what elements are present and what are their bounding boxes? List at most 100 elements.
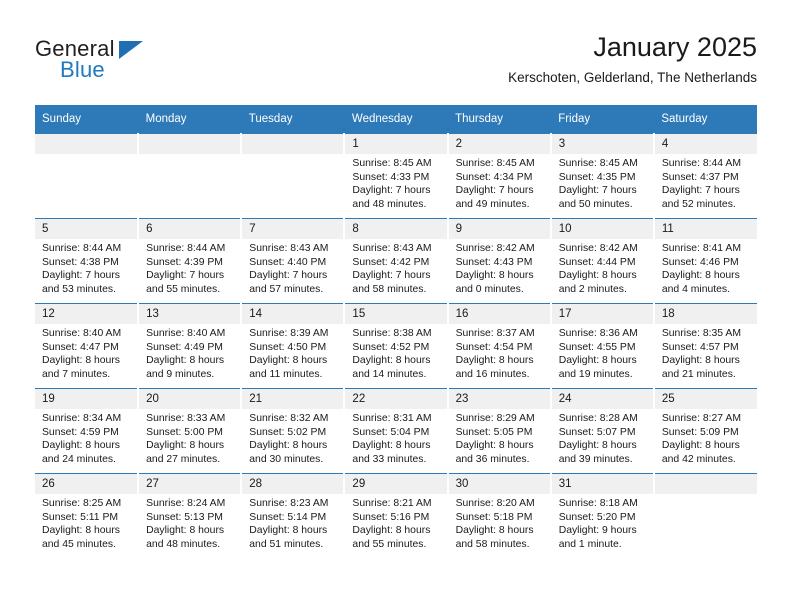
sunset-text: Sunset: 5:09 PM bbox=[661, 426, 739, 438]
calendar-day-cell[interactable]: 13 Sunrise: 8:40 AM Sunset: 4:49 PM Dayligh… bbox=[138, 303, 243, 389]
sunset-text: Sunset: 4:55 PM bbox=[558, 341, 636, 353]
day-number: 6 bbox=[139, 219, 241, 239]
daylight-text-line1: Daylight: 8 hours bbox=[42, 525, 120, 536]
sunrise-text: Sunrise: 8:40 AM bbox=[42, 328, 122, 339]
daylight-text-line1: Daylight: 8 hours bbox=[661, 440, 740, 451]
calendar-day-cell[interactable]: 28 Sunrise: 8:23 AM Sunset: 5:14 PM Dayligh… bbox=[241, 473, 346, 558]
sunrise-text: Sunrise: 8:35 AM bbox=[661, 328, 741, 339]
daylight-text-line1: Daylight: 8 hours bbox=[352, 355, 431, 366]
day-sun-info: Sunrise: 8:43 AM Sunset: 4:42 PM Daylight:… bbox=[345, 239, 446, 296]
calendar-day-cell[interactable]: 31 Sunrise: 8:18 AM Sunset: 5:20 PM Dayligh… bbox=[550, 473, 655, 558]
sunrise-text: Sunrise: 8:33 AM bbox=[146, 413, 226, 424]
sunrise-text: Sunrise: 8:42 AM bbox=[558, 243, 638, 254]
day-number: 16 bbox=[448, 304, 550, 324]
calendar-day-cell[interactable]: 18 Sunrise: 8:35 AM Sunset: 4:57 PM Dayligh… bbox=[653, 303, 757, 389]
day-number: 14 bbox=[242, 304, 344, 324]
calendar-day-cell[interactable]: 25 Sunrise: 8:27 AM Sunset: 5:09 PM Dayligh… bbox=[653, 388, 757, 474]
calendar-day-cell[interactable]: 30 Sunrise: 8:20 AM Sunset: 5:18 PM Dayligh… bbox=[447, 473, 552, 558]
calendar-day-cell[interactable]: 1 Sunrise: 8:45 AM Sunset: 4:33 PM Daylight… bbox=[344, 133, 449, 219]
calendar-day-cell[interactable]: 29 Sunrise: 8:21 AM Sunset: 5:16 PM Dayligh… bbox=[344, 473, 449, 558]
sunrise-text: Sunrise: 8:20 AM bbox=[455, 498, 535, 509]
daylight-text-line2: and 48 minutes. bbox=[352, 198, 427, 210]
calendar-day-cell[interactable]: 6 Sunrise: 8:44 AM Sunset: 4:39 PM Daylight… bbox=[138, 218, 243, 304]
day-number: 29 bbox=[345, 474, 447, 494]
day-sun-info: Sunrise: 8:36 AM Sunset: 4:55 PM Daylight:… bbox=[552, 324, 653, 381]
calendar-day-cell[interactable]: 14 Sunrise: 8:39 AM Sunset: 4:50 PM Dayligh… bbox=[241, 303, 346, 389]
sunrise-text: Sunrise: 8:28 AM bbox=[558, 413, 638, 424]
daylight-text-line1: Daylight: 8 hours bbox=[558, 355, 637, 366]
calendar-page: General Blue January 2025 Kerschoten, Ge… bbox=[0, 0, 792, 612]
day-number: 31 bbox=[551, 474, 653, 494]
calendar-day-cell[interactable]: 15 Sunrise: 8:38 AM Sunset: 4:52 PM Dayligh… bbox=[344, 303, 449, 389]
weekday-header-monday: Monday bbox=[138, 105, 242, 134]
weekday-header-friday: Friday bbox=[550, 105, 655, 134]
daylight-text-line1: Daylight: 8 hours bbox=[352, 440, 431, 451]
calendar-day-cell[interactable]: 12 Sunrise: 8:40 AM Sunset: 4:47 PM Dayligh… bbox=[35, 303, 140, 389]
day-number: 30 bbox=[448, 474, 550, 494]
daylight-text-line2: and 24 minutes. bbox=[42, 453, 116, 465]
day-sun-info: Sunrise: 8:18 AM Sunset: 5:20 PM Daylight:… bbox=[552, 494, 653, 551]
day-number: 8 bbox=[345, 219, 447, 239]
calendar-day-cell[interactable]: 21 Sunrise: 8:32 AM Sunset: 5:02 PM Dayligh… bbox=[241, 388, 346, 474]
calendar-day-cell[interactable]: 2 Sunrise: 8:45 AM Sunset: 4:34 PM Daylight… bbox=[447, 133, 552, 219]
day-sun-info: Sunrise: 8:42 AM Sunset: 4:44 PM Daylight:… bbox=[552, 239, 653, 296]
sunset-text: Sunset: 5:16 PM bbox=[352, 511, 430, 523]
daylight-text-line2: and 2 minutes. bbox=[558, 283, 627, 295]
daylight-text-line2: and 33 minutes. bbox=[352, 453, 427, 465]
calendar-day-cell[interactable]: 20 Sunrise: 8:33 AM Sunset: 5:00 PM Dayligh… bbox=[138, 388, 243, 474]
calendar-day-cell[interactable]: 22 Sunrise: 8:31 AM Sunset: 5:04 PM Dayligh… bbox=[344, 388, 449, 474]
calendar-day-cell-empty bbox=[138, 133, 243, 219]
calendar-day-cell[interactable]: 3 Sunrise: 8:45 AM Sunset: 4:35 PM Daylight… bbox=[550, 133, 655, 219]
sunrise-text: Sunrise: 8:27 AM bbox=[661, 413, 741, 424]
calendar-day-cell[interactable]: 7 Sunrise: 8:43 AM Sunset: 4:40 PM Daylight… bbox=[241, 218, 346, 304]
day-number: 12 bbox=[35, 304, 138, 324]
daylight-text-line1: Daylight: 7 hours bbox=[42, 270, 120, 281]
calendar-day-cell[interactable]: 4 Sunrise: 8:44 AM Sunset: 4:37 PM Daylight… bbox=[653, 133, 757, 219]
calendar-day-cell[interactable]: 11 Sunrise: 8:41 AM Sunset: 4:46 PM Dayligh… bbox=[653, 218, 757, 304]
day-number: 13 bbox=[139, 304, 241, 324]
weekday-header-thursday: Thursday bbox=[447, 105, 552, 134]
daylight-text-line1: Daylight: 7 hours bbox=[352, 185, 431, 196]
daylight-text-line2: and 30 minutes. bbox=[249, 453, 324, 465]
daylight-text-line2: and 52 minutes. bbox=[661, 198, 736, 210]
sunrise-text: Sunrise: 8:45 AM bbox=[558, 158, 638, 169]
day-number bbox=[242, 134, 344, 154]
sunrise-text: Sunrise: 8:18 AM bbox=[558, 498, 638, 509]
daylight-text-line1: Daylight: 7 hours bbox=[661, 185, 740, 196]
sunset-text: Sunset: 4:42 PM bbox=[352, 256, 430, 268]
calendar-day-cell[interactable]: 24 Sunrise: 8:28 AM Sunset: 5:07 PM Dayligh… bbox=[550, 388, 655, 474]
day-number: 28 bbox=[242, 474, 344, 494]
day-sun-info: Sunrise: 8:31 AM Sunset: 5:04 PM Daylight:… bbox=[345, 409, 446, 466]
sunrise-text: Sunrise: 8:34 AM bbox=[42, 413, 122, 424]
calendar-week-row: 26 Sunrise: 8:25 AM Sunset: 5:11 PM Dayligh… bbox=[35, 473, 757, 558]
daylight-text-line1: Daylight: 7 hours bbox=[146, 270, 225, 281]
sunset-text: Sunset: 4:52 PM bbox=[352, 341, 430, 353]
calendar-day-cell[interactable]: 26 Sunrise: 8:25 AM Sunset: 5:11 PM Dayligh… bbox=[35, 473, 140, 558]
day-sun-info: Sunrise: 8:35 AM Sunset: 4:57 PM Daylight:… bbox=[655, 324, 757, 381]
brand-logo[interactable]: General Blue bbox=[35, 36, 225, 90]
blue-triangle-icon bbox=[119, 41, 143, 59]
day-sun-info: Sunrise: 8:28 AM Sunset: 5:07 PM Daylight:… bbox=[552, 409, 653, 466]
daylight-text-line1: Daylight: 8 hours bbox=[249, 355, 328, 366]
calendar-day-cell[interactable]: 8 Sunrise: 8:43 AM Sunset: 4:42 PM Daylight… bbox=[344, 218, 449, 304]
calendar-day-cell[interactable]: 5 Sunrise: 8:44 AM Sunset: 4:38 PM Daylight… bbox=[35, 218, 140, 304]
calendar-day-cell[interactable]: 9 Sunrise: 8:42 AM Sunset: 4:43 PM Daylight… bbox=[447, 218, 552, 304]
day-sun-info: Sunrise: 8:43 AM Sunset: 4:40 PM Daylight:… bbox=[242, 239, 343, 296]
calendar-day-cell[interactable]: 16 Sunrise: 8:37 AM Sunset: 4:54 PM Dayligh… bbox=[447, 303, 552, 389]
day-number: 20 bbox=[139, 389, 241, 409]
calendar-day-cell[interactable]: 17 Sunrise: 8:36 AM Sunset: 4:55 PM Dayligh… bbox=[550, 303, 655, 389]
day-number: 3 bbox=[551, 134, 653, 154]
sunset-text: Sunset: 4:38 PM bbox=[42, 256, 119, 268]
calendar-day-cell[interactable]: 10 Sunrise: 8:42 AM Sunset: 4:44 PM Dayligh… bbox=[550, 218, 655, 304]
page-header: General Blue January 2025 Kerschoten, Ge… bbox=[0, 0, 792, 100]
calendar-day-cell[interactable]: 19 Sunrise: 8:34 AM Sunset: 4:59 PM Dayligh… bbox=[35, 388, 140, 474]
day-number: 22 bbox=[345, 389, 447, 409]
calendar-day-cell[interactable]: 27 Sunrise: 8:24 AM Sunset: 5:13 PM Dayligh… bbox=[138, 473, 243, 558]
daylight-text-line2: and 14 minutes. bbox=[352, 368, 427, 380]
sunrise-text: Sunrise: 8:25 AM bbox=[42, 498, 122, 509]
day-sun-info: Sunrise: 8:44 AM Sunset: 4:39 PM Daylight:… bbox=[139, 239, 240, 296]
day-number: 21 bbox=[242, 389, 344, 409]
sunrise-text: Sunrise: 8:31 AM bbox=[352, 413, 432, 424]
daylight-text-line1: Daylight: 7 hours bbox=[352, 270, 431, 281]
calendar-day-cell[interactable]: 23 Sunrise: 8:29 AM Sunset: 5:05 PM Dayligh… bbox=[447, 388, 552, 474]
